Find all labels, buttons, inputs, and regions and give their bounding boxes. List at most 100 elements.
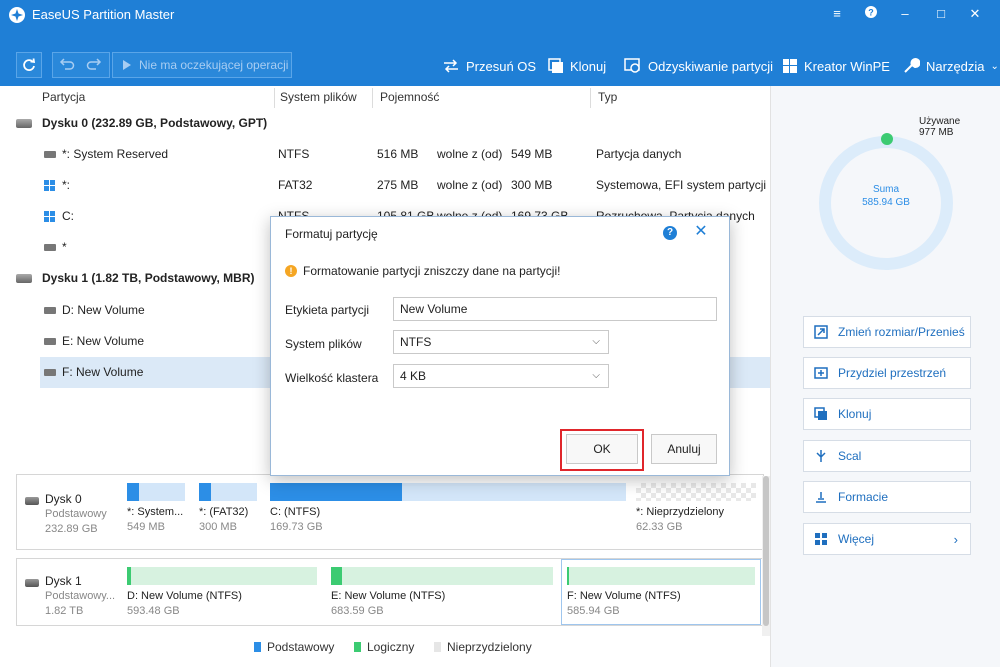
partition-bar-size: 300 MB (199, 521, 237, 533)
more-button[interactable]: Więcej › (803, 523, 971, 555)
column-header-filesystem[interactable]: System plików (280, 90, 357, 104)
table-row[interactable]: *: System Reserved NTFS 516 MB wolne z (… (0, 139, 770, 170)
partition-label-input[interactable]: New Volume (393, 297, 717, 321)
partition-name: * (62, 240, 67, 254)
hard-disk-icon (25, 497, 39, 505)
partition-used: 275 MB (377, 178, 419, 192)
column-header-capacity[interactable]: Pojemność (380, 90, 439, 104)
partition-bar-label: *: Nieprzydzielony (636, 506, 725, 518)
partition-bar[interactable] (127, 483, 185, 501)
partition-name: *: System Reserved (62, 147, 169, 161)
table-row[interactable]: *: FAT32 275 MB wolne z (od) 300 MB Syst… (0, 170, 770, 201)
redo-button[interactable] (80, 52, 110, 78)
menu-icon[interactable]: ≡ (828, 5, 846, 23)
cluster-size-caption: Wielkość klastera (285, 371, 379, 385)
disk-row[interactable]: Dysku 0 (232.89 GB, Podstawowy, GPT) (0, 108, 770, 139)
help-icon[interactable]: ? (663, 226, 677, 240)
partition-total: 549 MB (511, 147, 553, 161)
clone-button[interactable]: Klonuj (548, 56, 606, 76)
legend-swatch (434, 642, 441, 652)
partition-recovery-button[interactable]: Odzyskiwanie partycji (624, 56, 773, 76)
disk-map: Dysk 0 Podstawowy 232.89 GB *: System...… (0, 466, 770, 636)
main-toolbar: Nie ma oczekującej operacji Przesuń OS K… (0, 30, 1000, 86)
partition-recovery-label: Odzyskiwanie partycji (648, 58, 773, 74)
partition-bar-label: E: New Volume (NTFS) (331, 590, 446, 602)
app-title: EaseUS Partition Master (32, 7, 175, 22)
partition-used-fill (127, 483, 139, 501)
cluster-size-value: 4 KB (400, 369, 427, 383)
undo-icon (59, 58, 75, 70)
clone-partition-button[interactable]: Klonuj (803, 398, 971, 430)
clone-icon (548, 58, 563, 73)
winpe-creator-button[interactable]: Kreator WinPE (782, 56, 890, 76)
filesystem-value: NTFS (400, 335, 432, 349)
partition-icon (44, 244, 56, 251)
resize-move-label: Zmień rozmiar/Przenieś (838, 325, 965, 339)
used-space-marker (881, 133, 893, 145)
title-bar: EaseUS Partition Master ≡ ? – □ ✕ (0, 0, 1000, 30)
disk-title: Dysku 0 (232.89 GB, Podstawowy, GPT) (42, 116, 268, 130)
chevron-down-icon: ⌵ (592, 370, 600, 381)
column-header-type[interactable]: Typ (598, 90, 617, 104)
warning-icon: ! (285, 265, 297, 277)
maximize-icon[interactable]: □ (932, 5, 950, 23)
allocate-space-button[interactable]: Przydziel przestrzeń (803, 357, 971, 389)
partition-fs: NTFS (278, 147, 310, 161)
hard-disk-icon (25, 579, 39, 587)
column-header-partition[interactable]: Partycja (42, 90, 85, 104)
play-icon (123, 60, 131, 70)
partition-used-fill (127, 567, 131, 585)
merge-button[interactable]: Scal (803, 440, 971, 472)
warning-message: Formatowanie partycji zniszczy dane na p… (303, 264, 561, 278)
merge-label: Scal (838, 449, 862, 463)
partition-bar-selected[interactable] (567, 567, 755, 585)
resize-move-button[interactable]: Zmień rozmiar/Przenieś (803, 316, 971, 348)
close-icon[interactable]: ✕ (693, 223, 709, 241)
cancel-button[interactable]: Anuluj (651, 434, 717, 464)
partition-bar-label: C: (NTFS) (270, 506, 321, 518)
partition-bar[interactable] (270, 483, 626, 501)
ok-button[interactable]: OK (566, 434, 638, 464)
unallocated-bar[interactable] (636, 483, 756, 501)
partition-bar-label: F: New Volume (NTFS) (567, 590, 681, 602)
disk-size: 1.82 TB (45, 605, 84, 617)
disk-map-panel-disk0: Dysk 0 Podstawowy 232.89 GB *: System...… (16, 474, 764, 550)
undo-button[interactable] (52, 52, 80, 78)
partition-bar-label: D: New Volume (NTFS) (127, 590, 242, 602)
disk-type: Podstawowy... (45, 590, 116, 602)
partition-bar[interactable] (127, 567, 317, 585)
hard-disk-icon (16, 274, 32, 283)
format-button[interactable]: Formacie (803, 481, 971, 513)
redo-icon (86, 58, 102, 70)
partition-bar[interactable] (331, 567, 553, 585)
partition-used: 516 MB (377, 147, 419, 161)
more-label: Więcej (838, 532, 875, 546)
total-label: Suma (872, 184, 900, 195)
refresh-button[interactable] (16, 52, 42, 78)
partition-bar[interactable] (199, 483, 257, 501)
legend-swatch (354, 642, 361, 652)
resize-icon (814, 325, 828, 339)
dialog-title: Formatuj partycję (285, 227, 378, 241)
scrollbar-thumb[interactable] (763, 476, 769, 626)
cluster-size-select[interactable]: 4 KB ⌵ (393, 364, 609, 388)
migrate-os-button[interactable]: Przesuń OS (442, 56, 536, 76)
partition-bar-size: 549 MB (127, 521, 165, 533)
svg-text:?: ? (868, 8, 874, 18)
disk-size: 232.89 GB (45, 523, 98, 535)
disk-map-scrollbar[interactable] (762, 476, 770, 636)
close-window-icon[interactable]: ✕ (966, 5, 984, 23)
partition-total: 300 MB (511, 178, 553, 192)
used-space-label: Używane 977 MB (919, 116, 960, 138)
partition-type: Systemowa, EFI system partycji (596, 178, 767, 192)
legend-unallocated: Nieprzydzielony (434, 640, 532, 654)
partition-bar-size: 683.59 GB (331, 605, 384, 617)
partition-fs: FAT32 (278, 178, 313, 192)
help-icon[interactable]: ? (862, 5, 880, 23)
clone-partition-label: Klonuj (838, 407, 872, 421)
apply-pending-button[interactable]: Nie ma oczekującej operacji (112, 52, 292, 78)
minimize-icon[interactable]: – (896, 5, 914, 23)
column-separator (274, 88, 275, 108)
tools-menu-button[interactable]: Narzędzia ⌄ (902, 56, 999, 76)
filesystem-select[interactable]: NTFS ⌵ (393, 330, 609, 354)
